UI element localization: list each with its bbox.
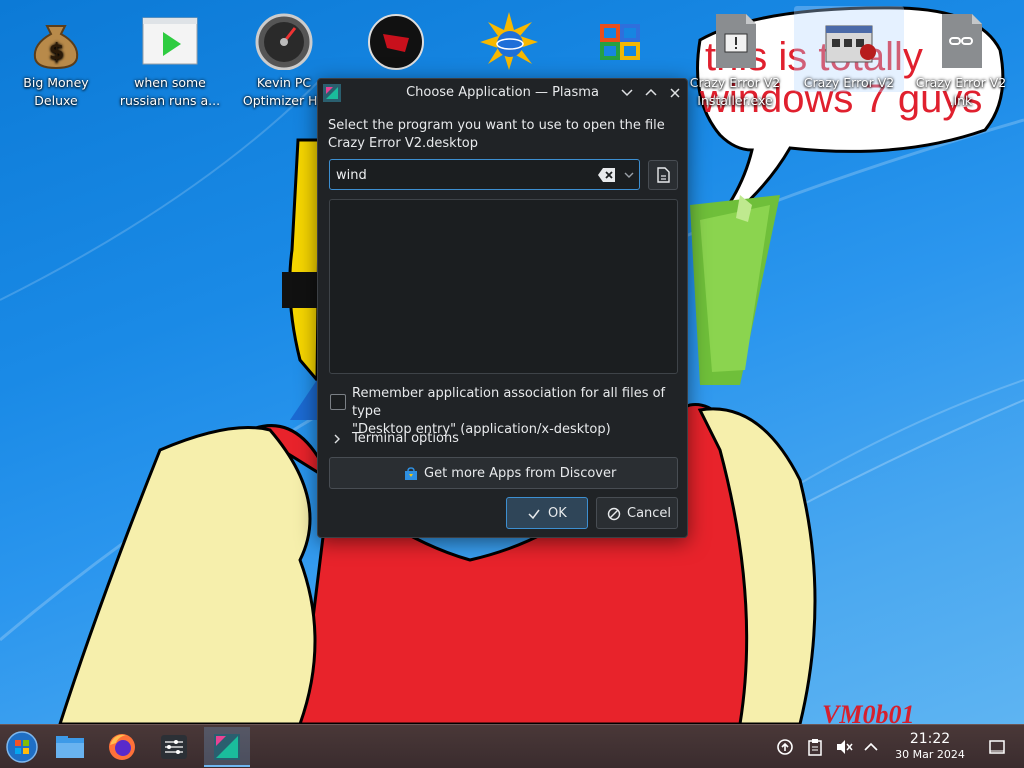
search-input[interactable]: [336, 166, 586, 184]
desktop-icon-video[interactable]: when some russian runs a...: [115, 6, 225, 110]
cancel-button[interactable]: Cancel: [596, 497, 678, 529]
desktop-icon-crazy-error[interactable]: Crazy Error V2: [794, 6, 904, 92]
taskbar-choose-application[interactable]: [204, 727, 250, 767]
application-search-combo[interactable]: [329, 159, 640, 190]
desktop-icon-crazy-error-lnk[interactable]: Crazy Error V2 .lnk: [906, 6, 1016, 110]
clock-time[interactable]: 21:22: [894, 731, 966, 747]
document-open-icon: [657, 167, 670, 183]
dialog-prompt: Select the program you want to use to op…: [328, 117, 665, 153]
backspace-clear-icon: [598, 168, 615, 182]
link-file-icon: [932, 12, 990, 70]
chevron-right-icon: [334, 434, 340, 444]
desktop-icon-label: Crazy Error V2: [803, 75, 895, 90]
desktop-icon-label: Big Money Deluxe: [23, 75, 89, 108]
checkmark-icon: [528, 509, 540, 520]
clear-text-button[interactable]: [598, 167, 616, 183]
history-dropdown-button[interactable]: [622, 168, 636, 182]
speedometer-icon: [255, 12, 313, 71]
taskbar-file-manager[interactable]: [50, 727, 90, 767]
desktop-icon-big-money[interactable]: $ Big Money Deluxe: [1, 6, 111, 110]
svg-text:$: $: [49, 40, 64, 65]
get-apps-discover-button[interactable]: Get more Apps from Discover: [329, 457, 678, 489]
desktop-icon-label: Crazy Error V2 Installer.exe: [689, 75, 781, 108]
firefox-icon: [109, 734, 135, 760]
chevron-up-icon: [645, 88, 657, 96]
close-icon: [670, 88, 680, 98]
dialog-titlebar[interactable]: Choose Application — Plasma: [318, 79, 687, 107]
prompt-filename: Crazy Error V2.desktop: [328, 136, 479, 151]
taskbar-firefox[interactable]: [102, 727, 142, 767]
money-bag-icon: $: [27, 12, 85, 70]
chevron-down-icon: [621, 89, 633, 97]
minimize-button[interactable]: [617, 83, 637, 103]
ok-button-label: OK: [548, 506, 567, 521]
cancel-button-label: Cancel: [627, 506, 672, 521]
crazy-error-app-icon: [820, 12, 878, 70]
sun-globe-icon: [480, 12, 538, 70]
file-manager-icon: [56, 736, 84, 758]
desktop-icon-grid[interactable]: [566, 6, 676, 74]
desktop-icon-red-app[interactable]: [341, 6, 451, 74]
watermark: VM0b01: [822, 700, 915, 724]
remember-label-line-1: Remember application association for all…: [352, 386, 666, 419]
cancel-icon: [607, 507, 621, 521]
clock-date[interactable]: 30 Mar 2024: [886, 748, 974, 761]
discover-button-label: Get more Apps from Discover: [424, 466, 617, 481]
start-orb-icon: [6, 731, 38, 763]
colorful-grid-icon: [592, 12, 650, 70]
maximize-button[interactable]: [641, 83, 661, 103]
taskbar: [0, 724, 1024, 768]
desktop-icon-crazy-error-installer[interactable]: Crazy Error V2 Installer.exe: [680, 6, 790, 110]
prompt-line-1: Select the program you want to use to op…: [328, 118, 665, 133]
desktop-icon-label: Crazy Error V2 .lnk: [915, 75, 1007, 108]
terminal-options-label: Terminal options: [352, 431, 459, 446]
choose-application-dialog: Choose Application — Plasma Select the p…: [317, 78, 688, 538]
settings-icon: [161, 735, 187, 759]
discover-bag-icon: [405, 467, 417, 480]
desktop-icon-sun-globe[interactable]: [454, 6, 564, 74]
volume-muted-icon[interactable]: [835, 738, 853, 756]
close-button[interactable]: [665, 83, 685, 103]
video-file-icon: [141, 12, 199, 70]
exe-file-icon: [706, 12, 764, 70]
remember-association[interactable]: Remember application association for all…: [330, 385, 680, 437]
expand-tray-icon[interactable]: [862, 738, 880, 756]
browse-file-button[interactable]: [648, 160, 678, 190]
application-list[interactable]: [329, 199, 678, 374]
updates-icon[interactable]: [776, 738, 794, 756]
taskbar-settings[interactable]: [154, 727, 194, 767]
show-desktop-icon[interactable]: [988, 738, 1006, 756]
chevron-down-icon: [624, 172, 634, 178]
start-menu-button[interactable]: [2, 727, 42, 767]
plasma-app-icon: [214, 734, 240, 760]
desktop-icon-label: when some russian runs a...: [119, 75, 221, 108]
red-dark-app-icon: [367, 12, 425, 70]
clipboard-icon[interactable]: [806, 738, 824, 756]
remember-checkbox[interactable]: [330, 394, 346, 410]
ok-button[interactable]: OK: [506, 497, 588, 529]
